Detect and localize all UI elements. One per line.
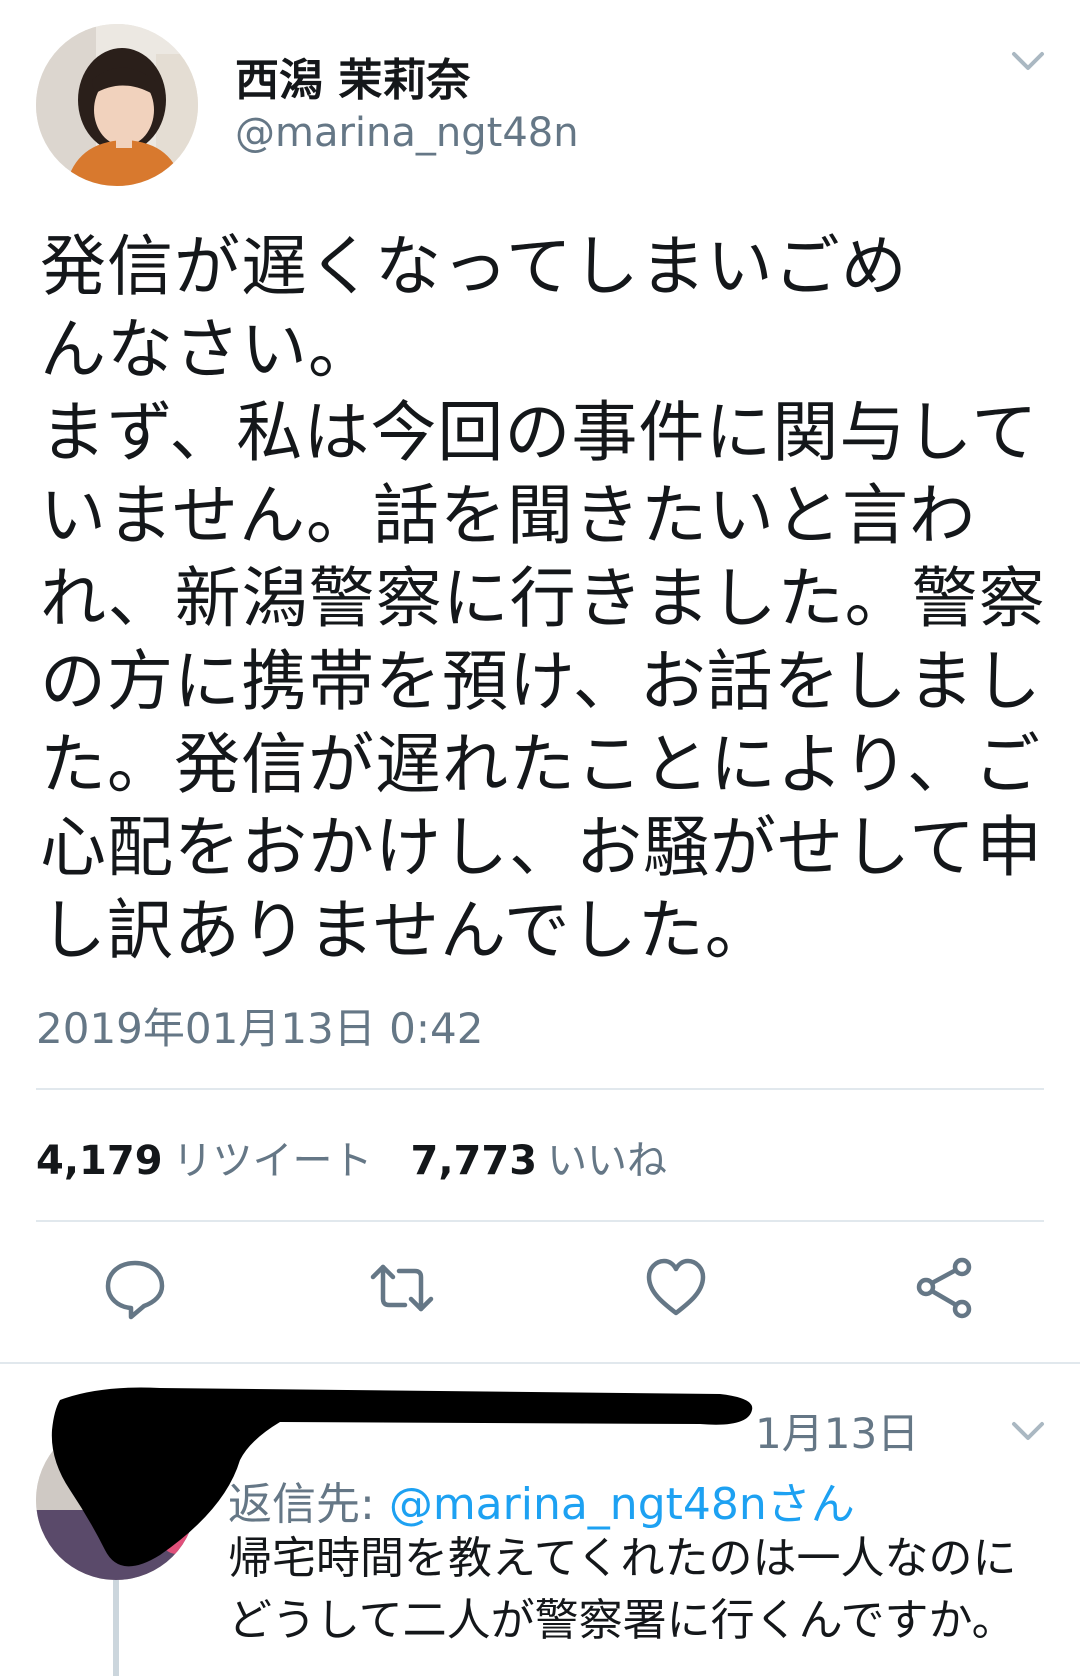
reply-to-mention[interactable]: @marina_ngt48nさん <box>389 1479 855 1530</box>
action-bar <box>0 1255 1080 1335</box>
tweet-text-line: 心配をおかけし、お騒がせして申 <box>40 809 1044 886</box>
tweet-text: 発信が遅くなってしまいごめ んなさい。 まず、私は今回の事件に関与して いません… <box>40 225 1050 972</box>
thread-line <box>113 1580 119 1676</box>
avatar-photo <box>36 24 198 186</box>
tweet-stats: 4,179 リツイート 7,773 いいね <box>36 1128 705 1184</box>
reply-icon[interactable] <box>102 1255 168 1321</box>
retweet-label[interactable]: リツイート <box>173 1138 373 1184</box>
retweet-count[interactable]: 4,179 <box>36 1138 163 1184</box>
profile-avatar[interactable] <box>36 24 198 186</box>
tweet-header: 西潟 茉莉奈 @marina_ngt48n <box>0 0 1080 200</box>
share-icon[interactable] <box>912 1255 978 1321</box>
reply-tweet[interactable]: 1月13日 返信先: @marina_ngt48nさん 帰宅時間を教えてくれたの… <box>0 1380 1080 1676</box>
reply-to-prefix: 返信先: <box>228 1479 389 1530</box>
divider <box>36 1220 1044 1222</box>
tweet-text-line: 発信が遅くなってしまいごめ <box>40 228 908 305</box>
tweet-text-line: た。発信が遅れたことにより、ご <box>40 726 1042 803</box>
retweet-icon[interactable] <box>369 1255 435 1321</box>
reply-timestamp[interactable]: 1月13日 <box>755 1400 919 1461</box>
divider <box>0 1362 1080 1364</box>
reply-to-line: 返信先: @marina_ngt48nさん <box>228 1468 855 1532</box>
divider <box>36 1088 1044 1090</box>
like-label[interactable]: いいね <box>547 1138 667 1184</box>
like-count[interactable]: 7,773 <box>411 1138 538 1184</box>
user-handle[interactable]: @marina_ngt48n <box>235 110 579 156</box>
tweet-text-line: し訳ありませんでした。 <box>40 892 772 969</box>
reply-text-line: どうして二人が警察署に行くんですか。 <box>228 1595 1016 1646</box>
reply-text: 帰宅時間を教えてくれたのは一人なのに どうして二人が警察署に行くんですか。 <box>228 1528 1016 1652</box>
display-name[interactable]: 西潟 茉莉奈 <box>235 44 470 108</box>
like-icon[interactable] <box>643 1255 709 1321</box>
tweet-text-line: の方に携帯を預け、お話をしまし <box>40 643 1042 720</box>
tweet-timestamp: 2019年01月13日 0:42 <box>36 1004 484 1053</box>
tweet-text-line: んなさい。 <box>40 311 375 388</box>
tweet-text-line: いません。話を聞きたいと言わ <box>40 477 977 554</box>
chevron-down-icon[interactable] <box>1010 50 1046 74</box>
tweet-text-line: まず、私は今回の事件に関与して <box>40 394 1039 471</box>
reply-text-line: 帰宅時間を教えてくれたのは一人なのに <box>228 1533 1017 1584</box>
tweet-text-line: れ、新潟警察に行きました。警察 <box>40 560 1046 637</box>
chevron-down-icon[interactable] <box>1010 1420 1046 1444</box>
